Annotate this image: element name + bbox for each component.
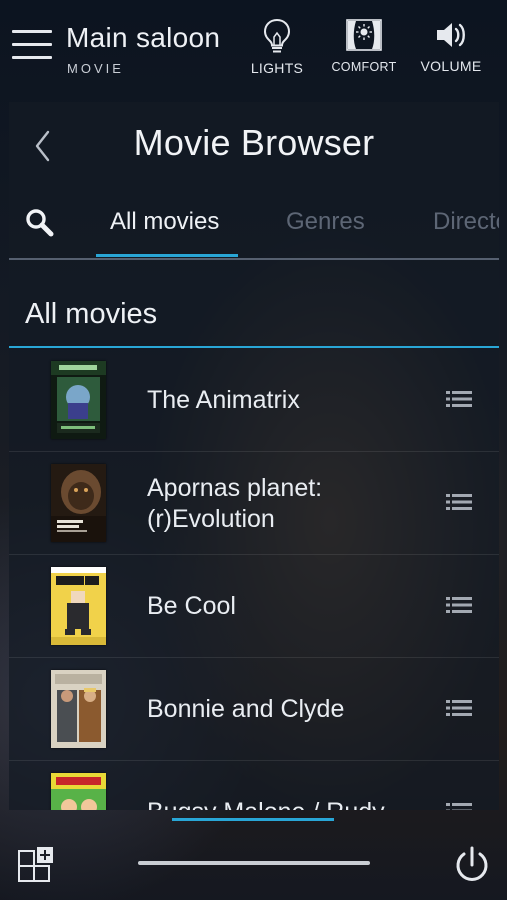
movie-title: Bugsy Malone / Rudy: [147, 761, 397, 810]
room-subtitle: MOVIE: [67, 61, 124, 76]
details-list-icon[interactable]: [446, 389, 472, 409]
lights-label: LIGHTS: [250, 60, 304, 76]
details-list-icon[interactable]: [446, 492, 472, 512]
movie-title: Apornas planet: (r)Evolution: [147, 473, 323, 533]
movie-title: The Animatrix: [147, 386, 300, 414]
movie-row-the-animatrix[interactable]: The Animatrix: [9, 349, 499, 452]
page-indicator: [172, 818, 334, 821]
movie-poster: [51, 464, 106, 542]
tab-genres[interactable]: Genres: [286, 208, 365, 236]
tab-all-movies[interactable]: All movies: [110, 208, 219, 236]
details-list-icon[interactable]: [446, 801, 472, 810]
movie-browser-panel: Movie Browser All movies Genres Director…: [9, 102, 499, 810]
comfort-label: COMFORT: [331, 60, 397, 74]
movie-poster: [51, 567, 106, 645]
details-list-icon[interactable]: [446, 698, 472, 718]
speaker-icon: [437, 23, 465, 47]
tab-bar: All movies Genres Directors: [9, 194, 499, 260]
lightbulb-icon: [263, 18, 291, 53]
room-title: Main saloon: [66, 22, 221, 53]
comfort-icon: [346, 19, 382, 51]
hamburger-menu-icon[interactable]: [12, 30, 52, 64]
active-tab-indicator: [96, 254, 238, 257]
movie-poster: [51, 361, 106, 439]
movie-title: Be Cool: [147, 592, 236, 620]
comfort-button[interactable]: COMFORT: [319, 18, 409, 74]
volume-button[interactable]: VOLUME: [406, 18, 496, 74]
top-bar: Main saloon MOVIE LIGHTS COMFORT VOLUME: [0, 0, 507, 100]
movie-title: Bonnie and Clyde: [147, 695, 345, 723]
home-indicator: [138, 861, 370, 865]
page-title: Movie Browser: [133, 122, 375, 163]
search-icon[interactable]: [23, 206, 57, 240]
tab-directors[interactable]: Directors: [433, 208, 499, 236]
lights-button[interactable]: LIGHTS: [232, 18, 322, 76]
details-list-icon[interactable]: [446, 595, 472, 615]
movie-row-bonnie-and-clyde[interactable]: Bonnie and Clyde: [9, 658, 499, 761]
movie-poster: [51, 670, 106, 748]
volume-label: VOLUME: [420, 58, 482, 74]
section-divider: [9, 346, 499, 348]
power-icon[interactable]: [452, 845, 492, 885]
movie-poster: [51, 773, 106, 810]
movie-row-be-cool[interactable]: Be Cool: [9, 555, 499, 658]
movie-list: The Animatrix Apornas planet: (r)Evoluti…: [9, 349, 499, 810]
add-widget-grid-icon[interactable]: [17, 845, 57, 885]
section-title: All movies: [25, 298, 158, 330]
movie-row-apornas-planet[interactable]: Apornas planet: (r)Evolution: [9, 452, 499, 555]
movie-row-bugsy-malone[interactable]: Bugsy Malone / Rudy: [9, 761, 499, 810]
